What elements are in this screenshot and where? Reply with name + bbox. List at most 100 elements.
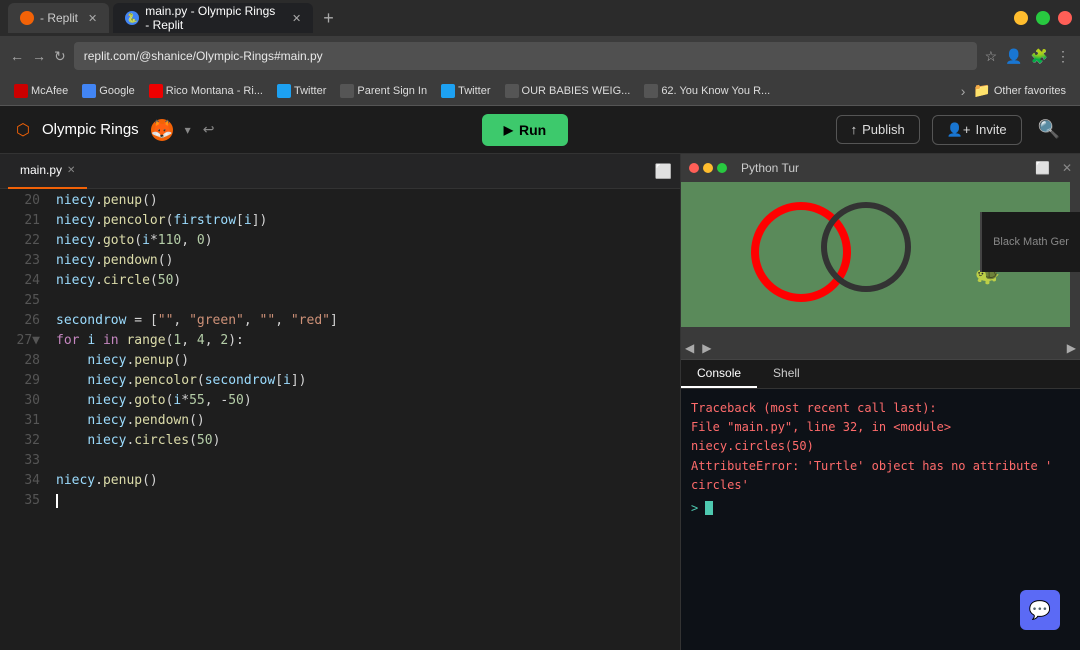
publish-button[interactable]: ↑ Publish bbox=[836, 115, 920, 144]
turtle-maximize-icon[interactable] bbox=[717, 163, 727, 173]
turtle-minimize-icon[interactable] bbox=[703, 163, 713, 173]
shell-tab-label: Shell bbox=[773, 366, 800, 380]
new-tab-button[interactable]: + bbox=[317, 8, 340, 29]
code-line-20: 20 niecy.penup() bbox=[0, 193, 680, 213]
extensions-icon[interactable]: 🧩 bbox=[1031, 48, 1048, 65]
editor-tab-close[interactable]: ✕ bbox=[67, 165, 75, 176]
bookmark-twitter1[interactable]: Twitter bbox=[271, 82, 332, 100]
turtle-window-buttons bbox=[689, 163, 727, 173]
undo-button[interactable]: ↩ bbox=[203, 121, 215, 138]
rico-icon bbox=[149, 84, 163, 98]
twitter2-icon bbox=[441, 84, 455, 98]
main-py-favicon: 🐍 bbox=[125, 11, 139, 25]
error-line-3: niecy.circles(50) bbox=[691, 437, 1070, 456]
bookmark-google-label: Google bbox=[99, 85, 134, 97]
tab-main-py-label: main.py - Olympic Rings - Replit bbox=[145, 4, 282, 32]
bk62-icon bbox=[644, 84, 658, 98]
bookmark-other-label: Other favorites bbox=[994, 85, 1066, 97]
mcafee-icon bbox=[14, 84, 28, 98]
editor-tab-main-py[interactable]: main.py ✕ bbox=[8, 154, 87, 189]
bookmark-62[interactable]: 62. You Know You R... bbox=[638, 82, 776, 100]
console-tab-label: Console bbox=[697, 366, 741, 380]
turtle-close-icon[interactable] bbox=[689, 163, 699, 173]
bookmarks-more-button[interactable]: › bbox=[961, 83, 966, 99]
bookmark-other-favorites[interactable]: 📁 Other favorites bbox=[967, 80, 1072, 101]
babies-icon bbox=[505, 84, 519, 98]
main-content: main.py ✕ ⬜ 20 niecy.penup() 21 niecy.pe… bbox=[0, 154, 1080, 650]
code-line-31: 31 niecy.pendown() bbox=[0, 413, 680, 433]
error-line-1: Traceback (most recent call last): bbox=[691, 399, 1070, 418]
bookmark-mcafee[interactable]: McAfee bbox=[8, 82, 74, 100]
forward-icon[interactable]: → bbox=[32, 48, 46, 64]
text-cursor-icon bbox=[56, 494, 58, 508]
bookmark-babies-label: OUR BABIES WEIG... bbox=[522, 85, 631, 97]
turtle-nav-more[interactable]: ▶ bbox=[1067, 341, 1076, 355]
bookmark-google[interactable]: Google bbox=[76, 82, 140, 100]
bookmark-rico[interactable]: Rico Montana - Ri... bbox=[143, 82, 269, 100]
bookmark-star-icon[interactable]: ☆ bbox=[985, 48, 998, 65]
bookmark-62-label: 62. You Know You R... bbox=[661, 85, 770, 97]
turtle-nav-left[interactable]: ◀ bbox=[685, 341, 694, 355]
turtle-scrollbar-horizontal[interactable] bbox=[681, 327, 1070, 337]
publish-label: Publish bbox=[862, 122, 905, 137]
code-line-23: 23 niecy.pendown() bbox=[0, 253, 680, 273]
replit-favicon bbox=[20, 11, 34, 25]
code-line-29: 29 niecy.pencolor(secondrow[i]) bbox=[0, 373, 680, 393]
replit-header: ⬡ Olympic Rings 🦊 ▾ ↩ ▶ Run ↑ Publish 👤+… bbox=[0, 106, 1080, 154]
tab-replit-close[interactable]: ✕ bbox=[88, 12, 97, 25]
console-prompt: > bbox=[691, 501, 1070, 516]
menu-icon[interactable]: ⋮ bbox=[1056, 48, 1070, 65]
invite-icon: 👤+ bbox=[947, 122, 971, 138]
editor-tab-label: main.py bbox=[20, 163, 62, 177]
turtle-expand-icon[interactable]: ⬜ bbox=[1035, 161, 1050, 175]
replit-app: ⬡ Olympic Rings 🦊 ▾ ↩ ▶ Run ↑ Publish 👤+… bbox=[0, 106, 1080, 650]
bookmark-parent-sign-in-label: Parent Sign In bbox=[357, 85, 427, 97]
reload-icon[interactable]: ↻ bbox=[54, 48, 66, 65]
bookmark-parent-sign-in[interactable]: Parent Sign In bbox=[334, 82, 433, 100]
editor-maximize-icon[interactable]: ⬜ bbox=[655, 163, 672, 180]
turtle-close-x-icon[interactable]: ✕ bbox=[1062, 161, 1072, 175]
console-tabs: Console Shell bbox=[681, 360, 1080, 389]
chat-bubble-button[interactable]: 💬 bbox=[1020, 590, 1060, 630]
code-line-22: 22 niecy.goto(i*110, 0) bbox=[0, 233, 680, 253]
dropdown-chevron-icon[interactable]: ▾ bbox=[185, 123, 191, 137]
profile-icon[interactable]: 👤 bbox=[1005, 48, 1022, 65]
run-button[interactable]: ▶ Run bbox=[482, 114, 568, 146]
search-button[interactable]: 🔍 bbox=[1034, 115, 1064, 144]
parent-sign-in-icon bbox=[340, 84, 354, 98]
project-name: Olympic Rings bbox=[42, 121, 139, 138]
code-line-24: 24 niecy.circle(50) bbox=[0, 273, 680, 293]
console-cursor-icon bbox=[705, 501, 713, 515]
bookmark-babies[interactable]: OUR BABIES WEIG... bbox=[499, 82, 637, 100]
turtle-nav-right[interactable]: ▶ bbox=[702, 341, 711, 355]
twitter1-icon bbox=[277, 84, 291, 98]
close-button[interactable] bbox=[1058, 11, 1072, 25]
bookmark-mcafee-label: McAfee bbox=[31, 85, 68, 97]
bookmark-twitter2[interactable]: Twitter bbox=[435, 82, 496, 100]
back-icon[interactable]: ← bbox=[10, 48, 24, 64]
code-line-34: 34 niecy.penup() bbox=[0, 473, 680, 493]
browser-chrome: - Replit ✕ 🐍 main.py - Olympic Rings - R… bbox=[0, 0, 1080, 106]
replit-logo-icon: ⬡ bbox=[16, 120, 30, 140]
error-line-5: circles' bbox=[691, 476, 1070, 495]
editor-tabs: main.py ✕ ⬜ bbox=[0, 154, 680, 189]
console-tab[interactable]: Console bbox=[681, 360, 757, 388]
invite-button[interactable]: 👤+ Invite bbox=[932, 115, 1022, 145]
folder-icon: 📁 bbox=[973, 82, 990, 99]
tab-main-py-close[interactable]: ✕ bbox=[292, 12, 301, 25]
address-input[interactable] bbox=[74, 42, 977, 70]
side-panel-hint: Black Math Ger bbox=[980, 212, 1080, 272]
project-avatar-icon: 🦊 bbox=[151, 119, 173, 141]
maximize-button[interactable] bbox=[1036, 11, 1050, 25]
tab-main-py[interactable]: 🐍 main.py - Olympic Rings - Replit ✕ bbox=[113, 3, 313, 33]
bookmark-twitter2-label: Twitter bbox=[458, 85, 490, 97]
tab-replit[interactable]: - Replit ✕ bbox=[8, 3, 109, 33]
google-icon bbox=[82, 84, 96, 98]
side-panel-label: Black Math Ger bbox=[993, 236, 1069, 248]
window-controls bbox=[1014, 11, 1072, 25]
code-content[interactable]: 20 niecy.penup() 21 niecy.pencolor(first… bbox=[0, 189, 680, 650]
error-line-4: AttributeError: 'Turtle' object has no a… bbox=[691, 457, 1070, 476]
shell-tab[interactable]: Shell bbox=[757, 360, 816, 388]
minimize-button[interactable] bbox=[1014, 11, 1028, 25]
code-editor: main.py ✕ ⬜ 20 niecy.penup() 21 niecy.pe… bbox=[0, 154, 680, 650]
